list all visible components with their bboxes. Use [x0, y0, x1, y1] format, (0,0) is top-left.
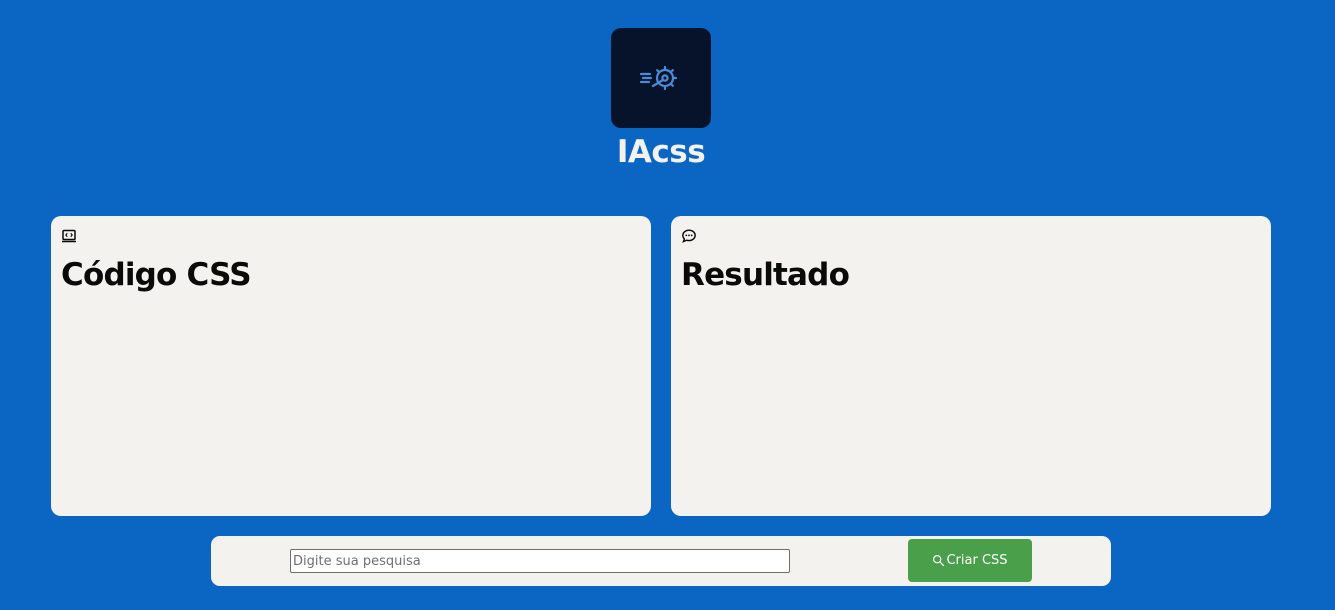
code-panel: Código CSS	[51, 216, 651, 516]
app-logo	[611, 28, 711, 128]
create-css-button-label: Criar CSS	[946, 553, 1008, 568]
gear-speed-logo-icon	[639, 65, 678, 91]
search-bar: Criar CSS	[211, 536, 1111, 586]
code-panel-title: Código CSS	[61, 257, 252, 293]
code-window-icon	[62, 229, 76, 243]
result-panel: Resultado	[671, 216, 1271, 516]
search-input[interactable]	[290, 549, 790, 573]
create-css-button[interactable]: Criar CSS	[908, 539, 1032, 582]
search-icon	[933, 554, 945, 567]
chat-bubble-icon	[682, 229, 696, 243]
result-panel-title: Resultado	[681, 257, 850, 293]
app-title: IAcss	[616, 134, 706, 170]
